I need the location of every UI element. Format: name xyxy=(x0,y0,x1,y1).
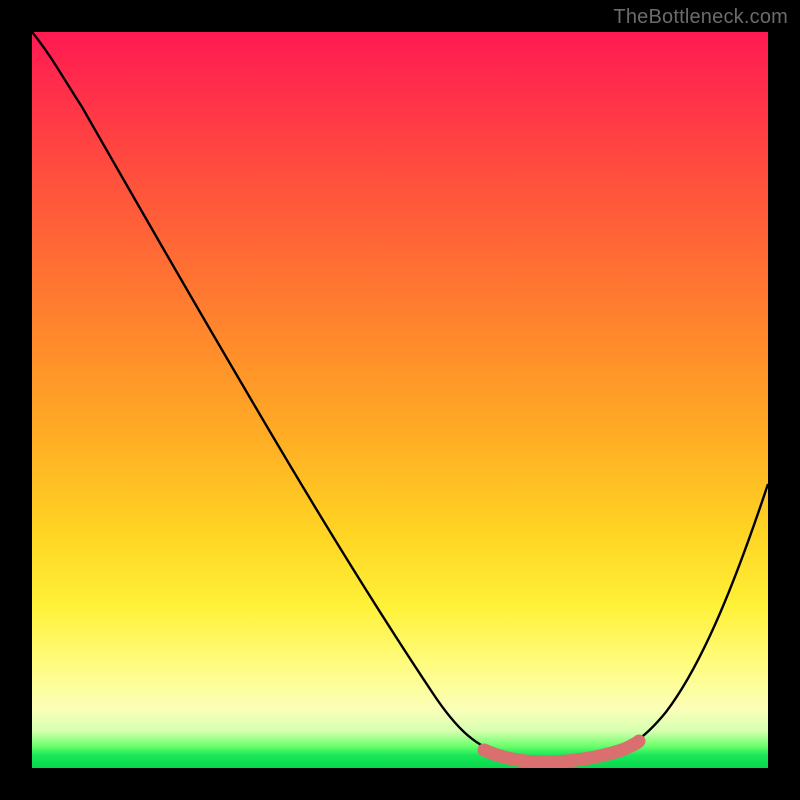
watermark-text: TheBottleneck.com xyxy=(613,6,788,29)
curve-svg xyxy=(32,32,768,768)
chart-frame: TheBottleneck.com xyxy=(0,0,800,800)
optimal-range-highlight-path xyxy=(484,742,638,762)
highlight-end-dot xyxy=(633,735,646,748)
plot-area xyxy=(32,32,768,768)
bottleneck-curve-path xyxy=(32,32,768,760)
